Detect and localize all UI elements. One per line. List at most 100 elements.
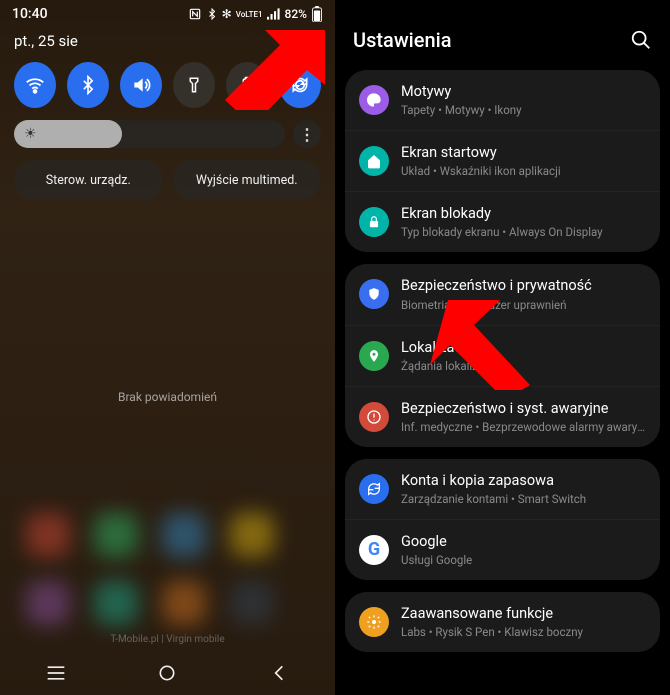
back-icon [271, 663, 287, 683]
status-icons: ✻ VoLTE1 82% [188, 6, 323, 22]
volte-label: VoLTE1 [236, 10, 263, 19]
settings-group-security: Bezpieczeństwo i prywatność Biometria • … [345, 264, 660, 446]
brightness-slider[interactable]: ☀ [14, 120, 285, 148]
google-icon: G [359, 535, 389, 565]
lock-icon [359, 207, 389, 237]
settings-item-emergency[interactable]: Bezpieczeństwo i syst. awaryjne Inf. med… [345, 386, 660, 447]
settings-groups: Motywy Tapety • Motywy • Ikony Ekran sta… [335, 70, 670, 652]
settings-item-location[interactable]: Lokalizacja Żądania lokalizacji [345, 325, 660, 386]
bluetooth-status-icon [206, 7, 218, 21]
settings-item-accounts-backup[interactable]: Konta i kopia zapasowa Zarządzanie konta… [345, 459, 660, 519]
leaf-icon [238, 76, 256, 94]
item-subtitle: Żądania lokalizacji [401, 359, 646, 373]
item-subtitle: Labs • Rysik S Pen • Klawisz boczny [401, 625, 646, 639]
date-label: pt., 25 sie [14, 32, 78, 50]
themes-icon [359, 85, 389, 115]
item-title: Lokalizacja [401, 339, 646, 357]
signal-icon [267, 8, 281, 20]
sync-icon [359, 474, 389, 504]
item-title: Ekran startowy [401, 144, 646, 162]
advanced-icon [359, 607, 389, 637]
settings-status-icon: ✻ [222, 7, 232, 21]
power-saving-toggle[interactable] [226, 62, 268, 108]
media-output-button[interactable]: Wyjście multimed. [173, 160, 322, 200]
nfc-icon [188, 7, 202, 21]
search-icon [630, 29, 652, 51]
notification-panel: 10:40 ✻ VoLTE1 82% pt., 25 sie ☀ ⋮ [0, 0, 335, 695]
item-title: Zaawansowane funkcje [401, 605, 646, 623]
settings-item-themes[interactable]: Motywy Tapety • Motywy • Ikony [345, 70, 660, 130]
back-button[interactable] [259, 663, 299, 683]
quick-toggles-row [0, 62, 335, 120]
rotate-icon [290, 75, 310, 95]
item-text: Ekran startowy Układ • Wskaźniki ikon ap… [401, 144, 646, 178]
item-text: Motywy Tapety • Motywy • Ikony [401, 83, 646, 117]
item-title: Bezpieczeństwo i prywatność [401, 277, 646, 295]
item-title: Ekran blokady [401, 205, 646, 223]
item-title: Konta i kopia zapasowa [401, 472, 646, 490]
settings-gear-button[interactable] [299, 30, 321, 52]
item-subtitle: Inf. medyczne • Bezprzewodowe alarmy awa… [401, 420, 646, 434]
location-icon [359, 341, 389, 371]
settings-group-display: Motywy Tapety • Motywy • Ikony Ekran sta… [345, 70, 660, 252]
item-subtitle: Biometria • Menedżer uprawnień [401, 298, 646, 312]
item-subtitle: Usługi Google [401, 553, 646, 567]
item-text: Lokalizacja Żądania lokalizacji [401, 339, 646, 373]
sound-toggle[interactable] [120, 62, 162, 108]
battery-icon [311, 6, 323, 22]
carrier-label: T-Mobile.pl | Virgin mobile [0, 634, 335, 645]
settings-item-advanced-features[interactable]: Zaawansowane funkcje Labs • Rysik S Pen … [345, 592, 660, 652]
item-text: Zaawansowane funkcje Labs • Rysik S Pen … [401, 605, 646, 639]
item-subtitle: Układ • Wskaźniki ikon aplikacji [401, 164, 646, 178]
status-bar: 10:40 ✻ VoLTE1 82% [0, 0, 335, 24]
bluetooth-icon [78, 75, 98, 95]
flashlight-toggle[interactable] [173, 62, 215, 108]
recent-apps-button[interactable] [36, 665, 76, 681]
home-nav-icon [157, 663, 177, 683]
wifi-toggle[interactable] [14, 62, 56, 108]
item-text: Google Usługi Google [401, 533, 646, 567]
battery-percent: 82% [285, 7, 307, 21]
settings-title: Ustawienia [353, 28, 452, 52]
settings-header: Ustawienia [335, 0, 670, 70]
settings-item-home-screen[interactable]: Ekran startowy Układ • Wskaźniki ikon ap… [345, 130, 660, 191]
date-row: pt., 25 sie [0, 24, 335, 62]
item-title: Google [401, 533, 646, 551]
home-screen-icon [359, 146, 389, 176]
settings-item-lock-screen[interactable]: Ekran blokady Typ blokady ekranu • Alway… [345, 191, 660, 252]
flashlight-icon [185, 76, 203, 94]
bluetooth-toggle[interactable] [67, 62, 109, 108]
settings-item-google[interactable]: G Google Usługi Google [345, 519, 660, 580]
blurred-background [0, 513, 335, 625]
item-subtitle: Tapety • Motywy • Ikony [401, 103, 646, 117]
item-text: Bezpieczeństwo i syst. awaryjne Inf. med… [401, 400, 646, 434]
brightness-more-button[interactable]: ⋮ [293, 120, 321, 148]
shield-icon [359, 279, 389, 309]
item-title: Bezpieczeństwo i syst. awaryjne [401, 400, 646, 418]
settings-item-security-privacy[interactable]: Bezpieczeństwo i prywatność Biometria • … [345, 264, 660, 324]
sound-icon [131, 75, 151, 95]
sun-icon: ☀ [24, 126, 37, 142]
settings-search-button[interactable] [630, 29, 652, 51]
recents-icon [46, 665, 66, 681]
item-text: Bezpieczeństwo i prywatność Biometria • … [401, 277, 646, 311]
item-subtitle: Zarządzanie kontami • Smart Switch [401, 492, 646, 506]
sos-icon [359, 402, 389, 432]
settings-group-accounts: Konta i kopia zapasowa Zarządzanie konta… [345, 459, 660, 580]
settings-group-advanced: Zaawansowane funkcje Labs • Rysik S Pen … [345, 592, 660, 652]
item-title: Motywy [401, 83, 646, 101]
device-control-button[interactable]: Sterow. urządz. [14, 160, 163, 200]
rotate-toggle[interactable] [279, 62, 321, 108]
no-notifications-label: Brak powiadomień [0, 390, 335, 404]
item-subtitle: Typ blokady ekranu • Always On Display [401, 225, 646, 239]
shortcut-row: Sterow. urządz. Wyjście multimed. [0, 160, 335, 200]
gear-icon [299, 30, 321, 52]
settings-screen: Ustawienia Motywy Tapety • Motywy • Ikon… [335, 0, 670, 695]
brightness-row: ☀ ⋮ [0, 120, 335, 160]
item-text: Konta i kopia zapasowa Zarządzanie konta… [401, 472, 646, 506]
wifi-icon [24, 74, 46, 96]
navigation-bar [0, 651, 335, 695]
status-time: 10:40 [12, 6, 48, 22]
item-text: Ekran blokady Typ blokady ekranu • Alway… [401, 205, 646, 239]
home-button[interactable] [147, 663, 187, 683]
